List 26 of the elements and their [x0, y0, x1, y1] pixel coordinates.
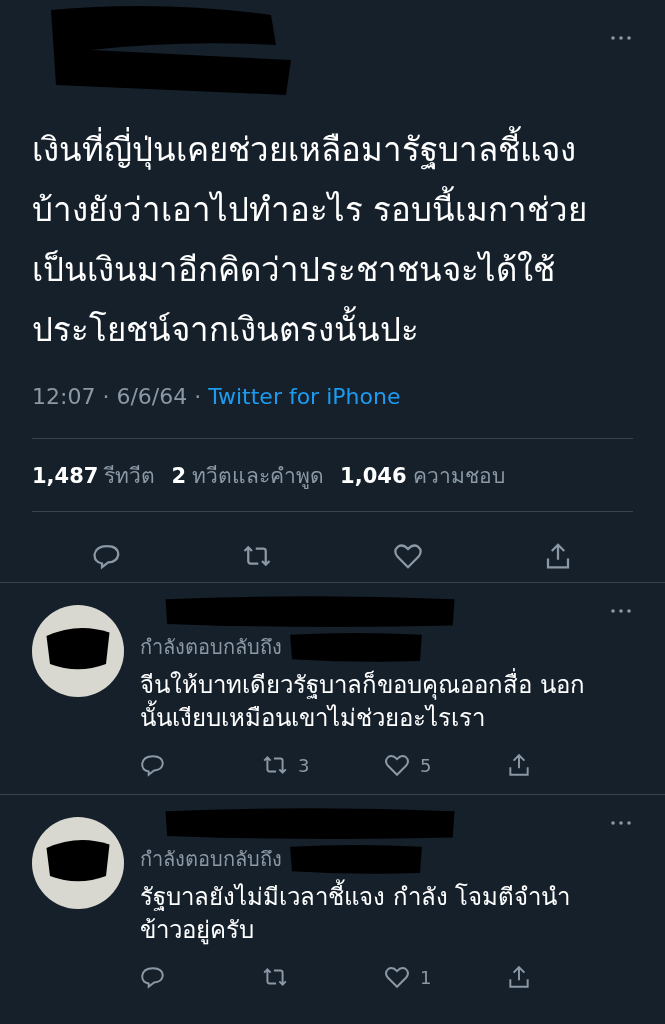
reply-to-label: กำลังตอบกลับถึง: [140, 634, 282, 661]
heart-icon[interactable]: [392, 541, 423, 571]
more-icon[interactable]: [611, 36, 631, 40]
reply-text: รัฐบาลยังไม่มีเวลาชี้แจง กำลัง โจมตีจำนำ ข้าวอยู่ครับ: [140, 881, 665, 947]
share-icon[interactable]: [506, 964, 532, 990]
reply-text: จีนให้บาทเดียวรัฐบาลก็ขอบคุณออกสื่อ นอก นั้นเงียบเหมือนเขาไม่ช่วยอะไรเรา: [140, 669, 665, 735]
heart-icon[interactable]: [384, 752, 410, 778]
more-icon[interactable]: [611, 821, 631, 825]
stat-count: 2: [171, 463, 187, 488]
like-count: 5: [420, 754, 432, 776]
stat-label[interactable]: ความชอบ: [412, 463, 505, 488]
stat-count: 1,487: [32, 463, 99, 488]
tweet-text: เงินที่ญี่ปุ่นเคยช่วยเหลือมารัฐบาลชี้แจง บ้างยังว่าเอาไปทำอะไร รอบนี้เมกาช่วย เป็นเงินมาอีกคิดว่าประชาชนจะได้ใช้ ประโยชน์จากเงินตรงนั้นปะ: [32, 120, 633, 360]
tweet-time: 12:07 · 6/6/64 ·: [32, 384, 202, 409]
stat-label[interactable]: ทวีตและคำพูด: [192, 463, 325, 488]
stat-count: 1,046: [340, 463, 407, 488]
reply-icon[interactable]: [140, 752, 166, 778]
reply-to-label: กำลังตอบกลับถึง: [140, 846, 282, 873]
share-icon[interactable]: [506, 752, 532, 778]
stat-label[interactable]: รีทวีต: [104, 463, 156, 488]
source-link[interactable]: Twitter for iPhone: [208, 384, 401, 409]
more-icon[interactable]: [611, 609, 631, 613]
reply-icon[interactable]: [140, 964, 166, 990]
like-count: 1: [420, 966, 432, 988]
heart-icon[interactable]: [384, 964, 410, 990]
retweet-count: 3: [298, 754, 310, 776]
